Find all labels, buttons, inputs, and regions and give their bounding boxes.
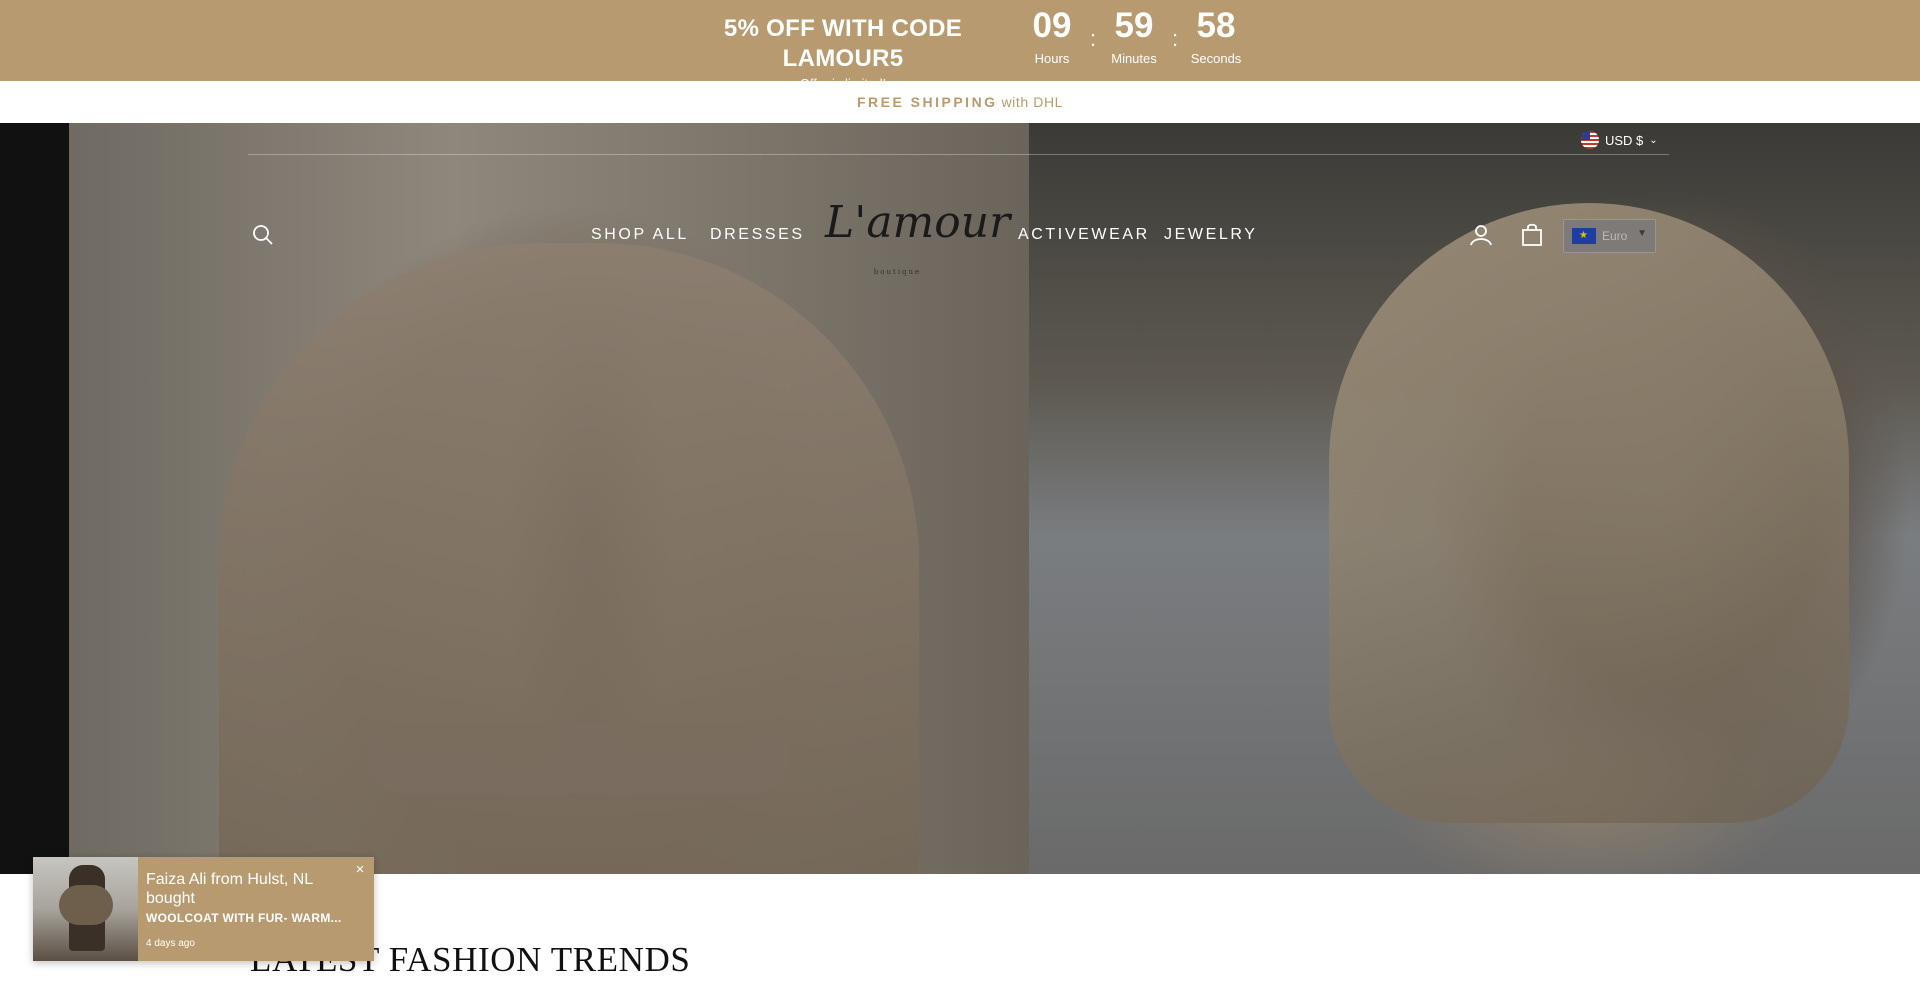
hair-shape: [1329, 203, 1849, 823]
currency-switcher[interactable]: USD $ ⌄: [1581, 131, 1658, 149]
timer-separator: :: [1171, 26, 1179, 51]
nav-link-jewelry[interactable]: JEWELRY: [1164, 225, 1257, 245]
timer-separator: :: [1089, 26, 1097, 51]
brand-logo[interactable]: L'amour boutique: [825, 193, 1010, 276]
timer-hours-label: Hours: [1034, 51, 1070, 66]
countdown-timer: 09 Hours : 59 Minutes : 58 Seconds: [1018, 4, 1250, 74]
timer-hours: 09 Hours: [1018, 4, 1086, 68]
toast-time: 4 days ago: [146, 938, 195, 949]
shipping-highlight: FREE SHIPPING: [856, 94, 998, 110]
promo-bar: 5% OFF WITH CODE LAMOUR5 Offer is limite…: [0, 0, 1920, 91]
belt-shape: [369, 723, 789, 793]
search-icon[interactable]: [251, 223, 275, 247]
logo-subtext: boutique: [873, 268, 922, 276]
currency-select[interactable]: Euro ▼: [1563, 219, 1656, 253]
nav-link-activewear[interactable]: ACTIVEWEAR: [1018, 225, 1150, 245]
timer-seconds-label: Seconds: [1190, 51, 1242, 66]
chevron-down-icon: ⌄: [1649, 134, 1658, 146]
account-icon[interactable]: [1468, 222, 1494, 248]
cart-icon[interactable]: [1519, 222, 1545, 248]
thumbnail-fur: [59, 885, 113, 925]
nav-link-shop-all[interactable]: SHOP ALL: [591, 225, 689, 245]
header-divider: [248, 154, 1669, 155]
nav-link-dresses[interactable]: DRESSES: [710, 225, 805, 245]
dropdown-arrow-icon: ▼: [1637, 228, 1647, 239]
promo-code-text: 5% OFF WITH CODE LAMOUR5: [723, 15, 963, 72]
shipping-banner: FREE SHIPPING with DHL: [0, 81, 1920, 124]
timer-hours-value: 09: [1032, 6, 1072, 45]
toast-product-name[interactable]: WOOLCOAT WITH FUR- WARM...: [146, 910, 356, 926]
timer-minutes-value: 59: [1114, 6, 1154, 45]
eu-flag-icon: [1572, 228, 1596, 244]
logo-text: L'amour: [825, 197, 1011, 248]
toast-buyer: Faiza Ali from Hulst, NL bought: [146, 871, 313, 907]
timer-minutes: 59 Minutes: [1100, 4, 1168, 68]
currency-label: USD $: [1605, 132, 1644, 148]
timer-seconds: 58 Seconds: [1182, 4, 1250, 68]
recent-purchase-toast[interactable]: Faiza Ali from Hulst, NL bought WOOLCOAT…: [33, 857, 374, 961]
currency-select-value: Euro: [1602, 229, 1628, 243]
us-flag-icon: [1581, 131, 1599, 149]
product-thumbnail: [33, 857, 138, 961]
close-icon[interactable]: ×: [353, 862, 367, 877]
shipping-text: with DHL: [1001, 94, 1064, 110]
timer-minutes-label: Minutes: [1111, 51, 1157, 66]
timer-seconds-value: 58: [1196, 6, 1236, 45]
